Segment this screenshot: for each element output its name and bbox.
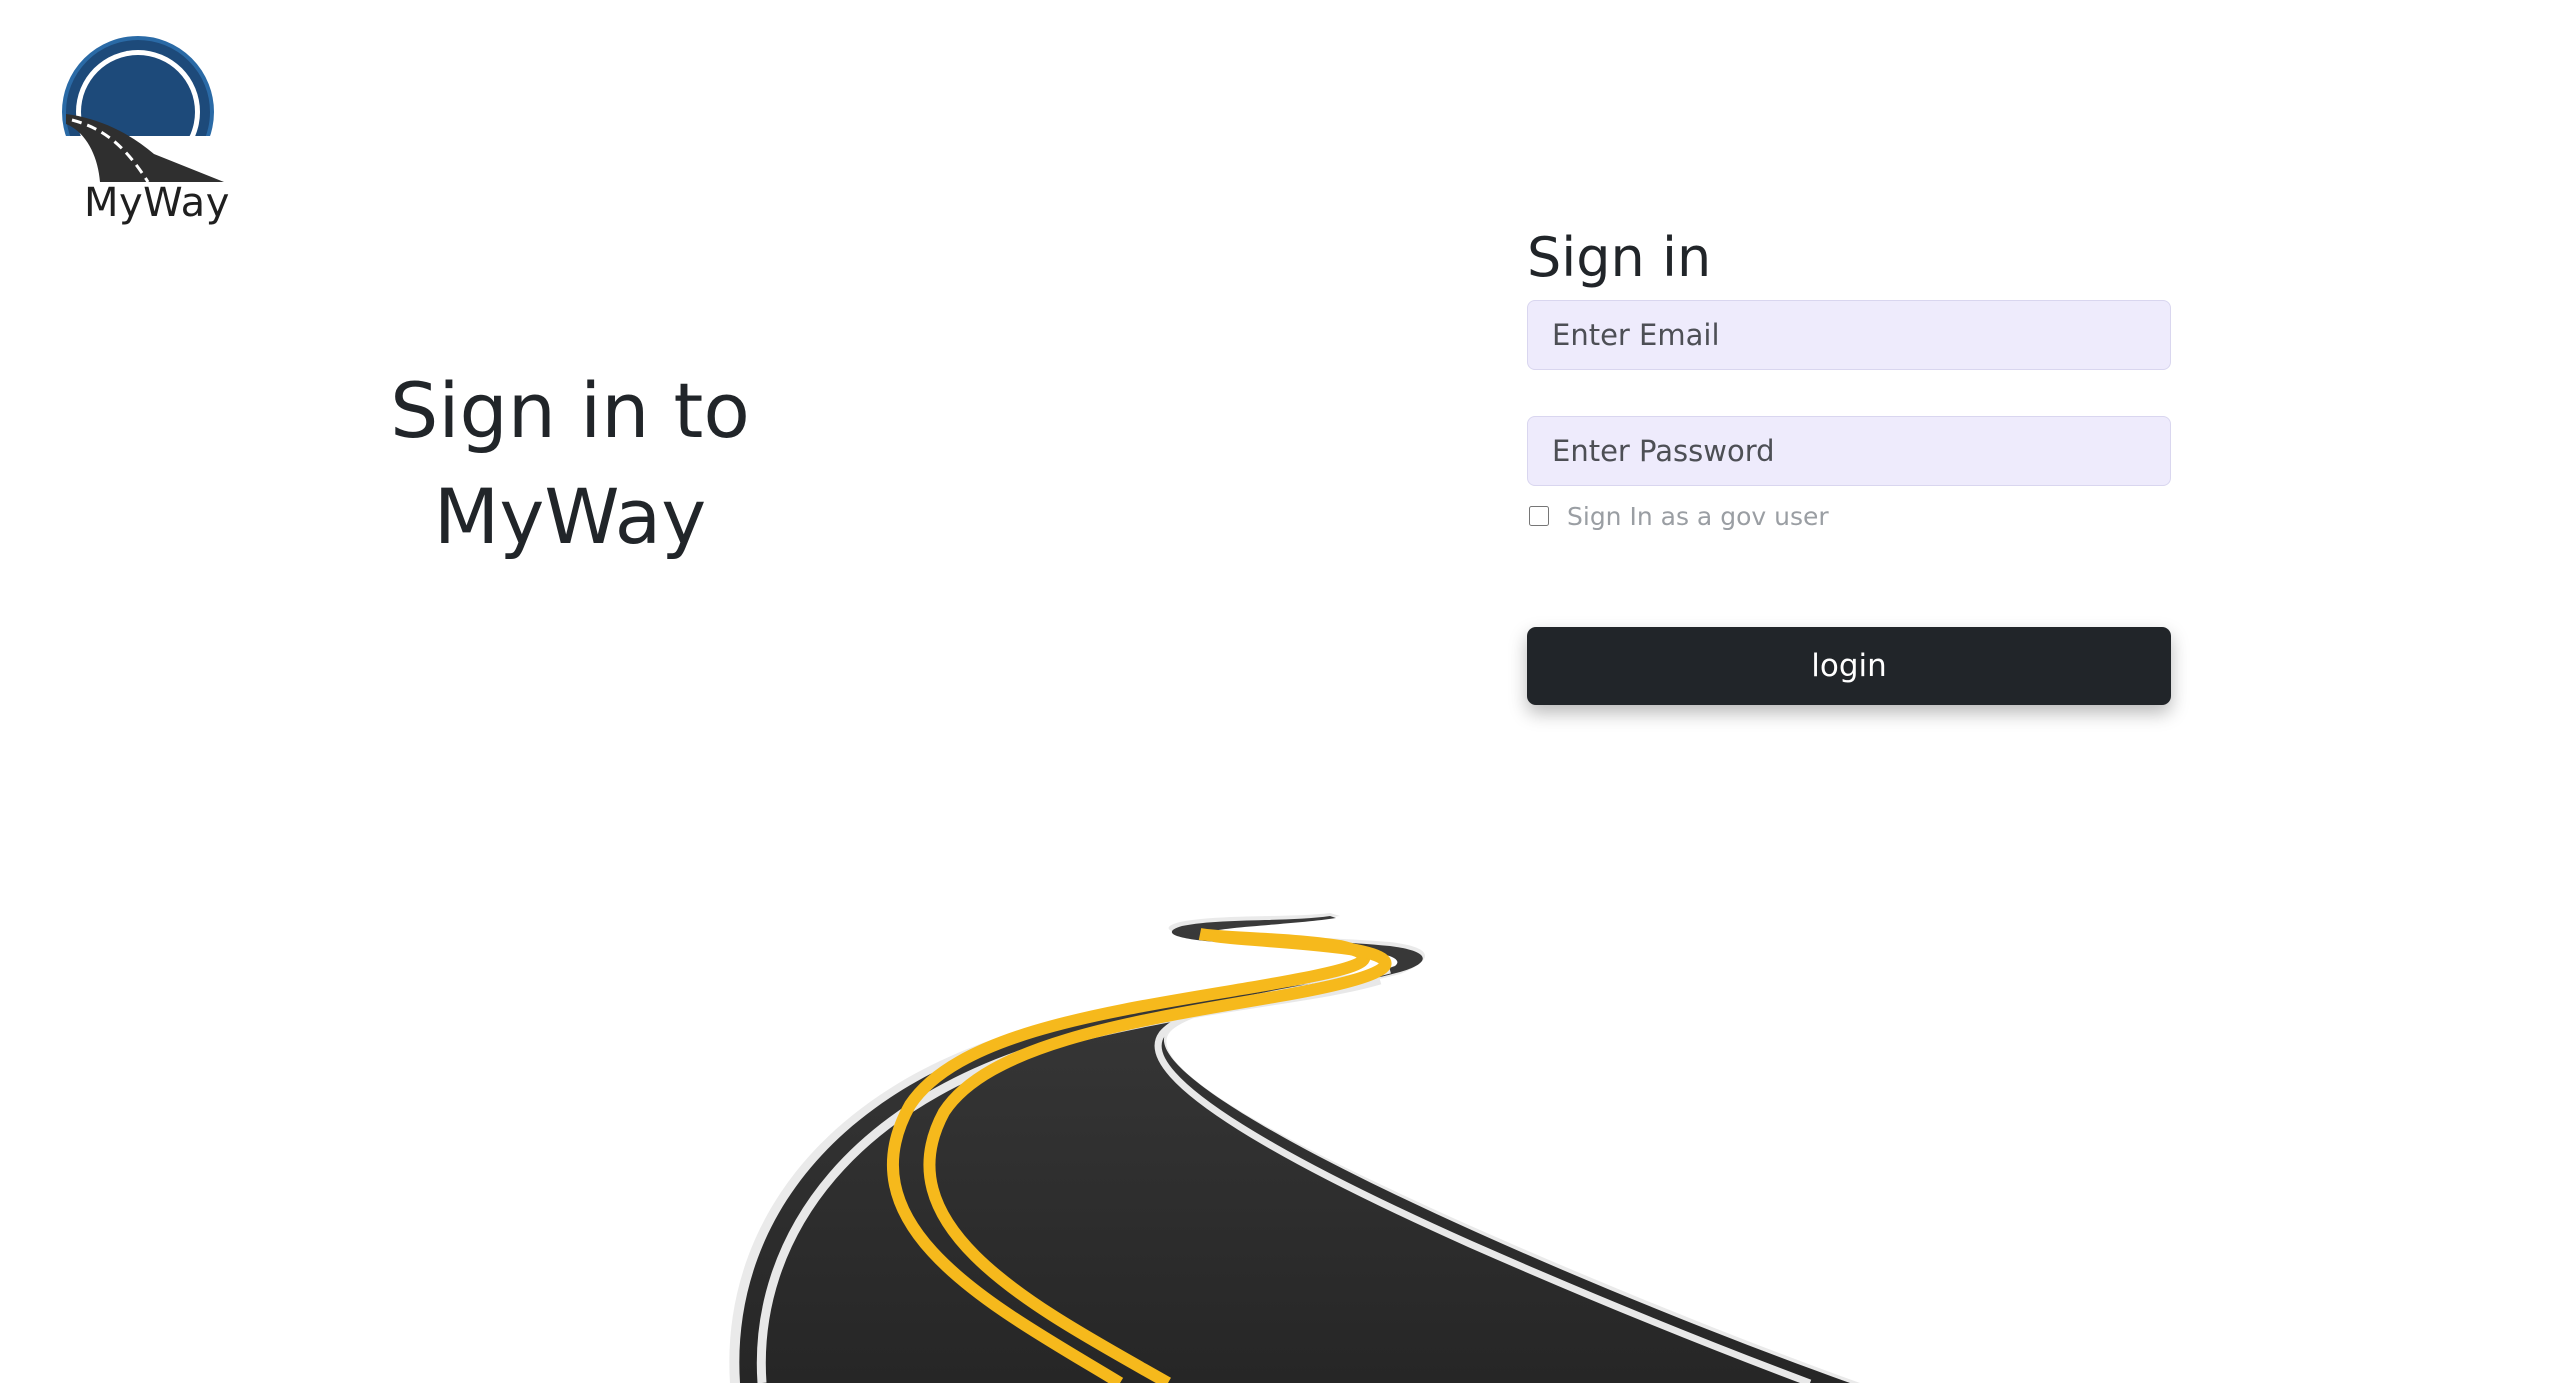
logo-road-icon [58,36,238,186]
sign-in-form: Sign in Sign In as a gov user login [1527,226,2171,705]
headline-line-1: Sign in to [390,366,750,455]
headline-line-2: MyWay [433,472,707,561]
email-input[interactable] [1527,300,2171,370]
logo-text: MyWay [84,180,230,226]
road-illustration [729,913,1861,1383]
gov-user-label: Sign In as a gov user [1567,501,1829,531]
gov-user-row: Sign In as a gov user [1527,500,2171,532]
form-title: Sign in [1527,226,1712,289]
page-headline: Sign in to MyWay [380,358,760,570]
myway-logo[interactable]: MyWay [58,36,238,236]
sign-in-page: MyWay Sign in to MyWay Sign in Sign In a… [0,0,2560,1383]
login-button[interactable]: login [1527,627,2171,705]
password-input[interactable] [1527,416,2171,486]
gov-user-checkbox[interactable] [1529,506,1549,526]
